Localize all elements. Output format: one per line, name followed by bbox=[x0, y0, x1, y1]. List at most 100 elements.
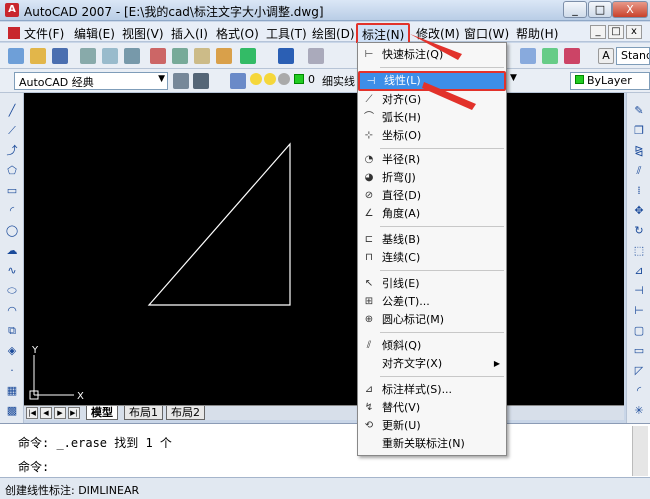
autocad-app-icon[interactable]: A bbox=[5, 3, 19, 17]
menu-item-dim-style[interactable]: ⊿ 标注样式(S)... bbox=[358, 381, 506, 399]
tab-model[interactable]: 模型 bbox=[86, 406, 118, 420]
menu-item-align-text[interactable]: 对齐文字(X) ▶ bbox=[358, 355, 506, 373]
construction-line-icon[interactable]: ⟋ bbox=[4, 123, 20, 138]
chevron-down-icon[interactable]: ▼ bbox=[510, 73, 517, 83]
command-scrollbar[interactable] bbox=[632, 426, 648, 476]
triangle-object[interactable] bbox=[147, 142, 291, 306]
toolpalette-icon[interactable] bbox=[564, 48, 580, 64]
stretch-icon[interactable]: ⊿ bbox=[631, 263, 647, 278]
menu-item-baseline[interactable]: ⊏ 基线(B) bbox=[358, 231, 506, 249]
point-icon[interactable]: · bbox=[4, 363, 20, 378]
layer-name[interactable]: 细实线 bbox=[322, 73, 355, 89]
cut-icon[interactable] bbox=[150, 48, 166, 64]
menu-item-continue[interactable]: ⊓ 连续(C) bbox=[358, 249, 506, 267]
region-icon[interactable]: ▩ bbox=[4, 403, 20, 418]
restore-button[interactable]: □ bbox=[588, 1, 612, 18]
layer-freeze-icon[interactable] bbox=[264, 73, 276, 85]
tab-next-button[interactable]: ▶ bbox=[54, 407, 66, 419]
move-icon[interactable]: ✥ bbox=[631, 203, 647, 218]
rectangle-icon[interactable]: ▭ bbox=[4, 183, 20, 198]
join-icon[interactable]: ▭ bbox=[631, 343, 647, 358]
polyline-icon[interactable]: ⤴ bbox=[4, 143, 20, 158]
extend-icon[interactable]: ⊢ bbox=[631, 303, 647, 318]
menu-item-jogged[interactable]: ◕ 折弯(J) bbox=[358, 169, 506, 187]
tab-layout2[interactable]: 布局2 bbox=[166, 406, 205, 420]
workspace-combo[interactable]: AutoCAD 经典 ▼ bbox=[14, 72, 168, 90]
menu-item-center-mark[interactable]: ⊕ 圆心标记(M) bbox=[358, 311, 506, 329]
scale-icon[interactable]: ⬚ bbox=[631, 243, 647, 258]
open-icon[interactable] bbox=[30, 48, 46, 64]
tab-layout1[interactable]: 布局1 bbox=[124, 406, 163, 420]
mirror-icon[interactable]: ⧎ bbox=[631, 143, 647, 158]
drawing-canvas[interactable]: Y X bbox=[24, 93, 624, 405]
copy-icon[interactable] bbox=[172, 48, 188, 64]
matchprop-icon[interactable] bbox=[216, 48, 232, 64]
explode-icon[interactable]: ✳ bbox=[631, 403, 647, 418]
properties-icon[interactable] bbox=[520, 48, 536, 64]
undo-icon[interactable] bbox=[278, 48, 294, 64]
save-icon[interactable] bbox=[52, 48, 68, 64]
erase-icon[interactable]: ✎ bbox=[631, 103, 647, 118]
blockeditor-icon[interactable] bbox=[240, 48, 256, 64]
menu-item-diameter[interactable]: ⊘ 直径(D) bbox=[358, 187, 506, 205]
tab-last-button[interactable]: ▶| bbox=[68, 407, 80, 419]
offset-icon[interactable]: ⫽ bbox=[631, 163, 647, 178]
break-icon[interactable]: ▢ bbox=[631, 323, 647, 338]
menu-item-reassociate[interactable]: 重新关联标注(N) bbox=[358, 435, 506, 453]
text-style-combo[interactable]: Stand bbox=[616, 47, 650, 65]
ellipse-arc-icon[interactable]: ◠ bbox=[4, 303, 20, 318]
polygon-icon[interactable]: ⬠ bbox=[4, 163, 20, 178]
make-block-icon[interactable]: ◈ bbox=[4, 343, 20, 358]
qnew-icon[interactable] bbox=[8, 48, 24, 64]
close-button[interactable]: X bbox=[612, 1, 648, 18]
menu-item-oblique[interactable]: ⫽ 倾斜(Q) bbox=[358, 337, 506, 355]
tab-prev-button[interactable]: ◀ bbox=[40, 407, 52, 419]
menu-draw[interactable]: 绘图(D) bbox=[312, 25, 355, 42]
menu-insert[interactable]: 插入(I) bbox=[171, 25, 208, 42]
menu-item-angular[interactable]: ∠ 角度(A) bbox=[358, 205, 506, 223]
preview-icon[interactable] bbox=[102, 48, 118, 64]
paste-icon[interactable] bbox=[194, 48, 210, 64]
menu-view[interactable]: 视图(V) bbox=[122, 25, 164, 42]
mdi-restore-button[interactable]: □ bbox=[608, 25, 624, 39]
menu-item-leader[interactable]: ↖ 引线(E) bbox=[358, 275, 506, 293]
redo-icon[interactable] bbox=[308, 48, 324, 64]
rotate-icon[interactable]: ↻ bbox=[631, 223, 647, 238]
layer-states-icon[interactable] bbox=[230, 73, 246, 89]
menu-item-ordinate[interactable]: ⊹ 坐标(O) bbox=[358, 127, 506, 145]
copy-object-icon[interactable]: ❐ bbox=[631, 123, 647, 138]
menu-item-override[interactable]: ↯ 替代(V) bbox=[358, 399, 506, 417]
document-icon[interactable] bbox=[8, 27, 20, 39]
command-prompt[interactable]: 命令: bbox=[18, 458, 49, 475]
menu-item-update[interactable]: ⟲ 更新(U) bbox=[358, 417, 506, 435]
text-style-icon[interactable]: A bbox=[598, 48, 614, 64]
menu-format[interactable]: 格式(O) bbox=[216, 25, 259, 42]
insert-block-icon[interactable]: ⧉ bbox=[4, 323, 20, 338]
mdi-minimize-button[interactable]: _ bbox=[590, 25, 606, 39]
minimize-button[interactable]: _ bbox=[563, 1, 587, 18]
mdi-close-button[interactable]: x bbox=[626, 25, 642, 39]
spline-icon[interactable]: ∿ bbox=[4, 263, 20, 278]
command-window[interactable]: 命令: _.erase 找到 1 个 命令: S 搜狗指南 bbox=[0, 423, 650, 477]
hatch-icon[interactable]: ▦ bbox=[4, 383, 20, 398]
ellipse-icon[interactable]: ⬭ bbox=[4, 283, 20, 298]
trim-icon[interactable]: ⊣ bbox=[631, 283, 647, 298]
layer-manager-icon[interactable] bbox=[193, 73, 209, 89]
workspace-settings-icon[interactable] bbox=[173, 73, 189, 89]
menu-edit[interactable]: 编辑(E) bbox=[74, 25, 115, 42]
publish-icon[interactable] bbox=[124, 48, 140, 64]
fillet-icon[interactable]: ◜ bbox=[631, 383, 647, 398]
designcenter-icon[interactable] bbox=[542, 48, 558, 64]
menu-help[interactable]: 帮助(H) bbox=[516, 25, 558, 42]
revcloud-icon[interactable]: ☁ bbox=[4, 243, 20, 258]
circle-icon[interactable]: ◯ bbox=[4, 223, 20, 238]
color-combo[interactable]: ByLayer bbox=[570, 72, 650, 90]
line-icon[interactable]: ╱ bbox=[4, 103, 20, 118]
menu-item-radius[interactable]: ◔ 半径(R) bbox=[358, 151, 506, 169]
layer-on-icon[interactable] bbox=[250, 73, 262, 85]
menu-file[interactable]: 文件(F) bbox=[24, 25, 64, 42]
arc-icon[interactable]: ◜ bbox=[4, 203, 20, 218]
array-icon[interactable]: ⁞ bbox=[631, 183, 647, 198]
chamfer-icon[interactable]: ◸ bbox=[631, 363, 647, 378]
print-icon[interactable] bbox=[80, 48, 96, 64]
